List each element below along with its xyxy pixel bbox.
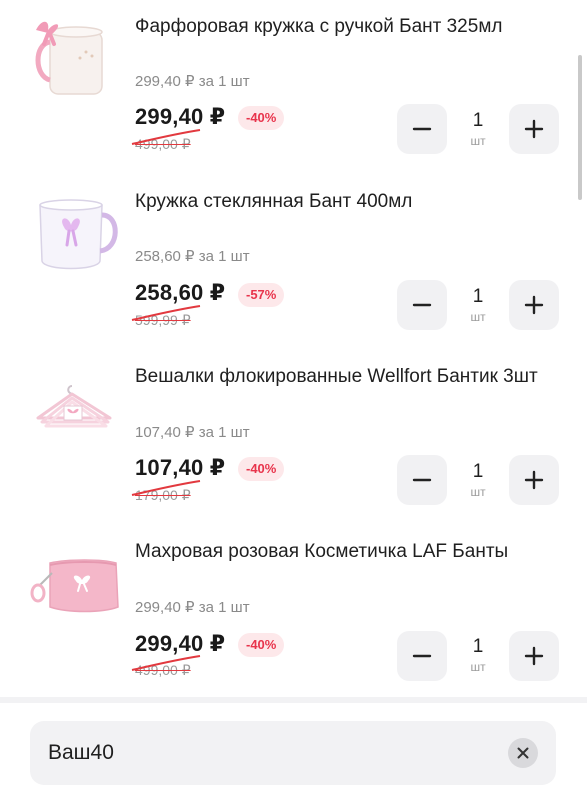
item-title[interactable]: Махровая розовая Косметичка LAF Банты <box>135 539 565 565</box>
scrollbar[interactable] <box>578 55 582 200</box>
clear-button[interactable] <box>508 738 538 768</box>
plus-icon <box>524 295 544 315</box>
increase-quantity-button[interactable] <box>509 104 559 154</box>
quantity-value: 1 <box>472 286 484 307</box>
strikethrough-mark <box>131 480 201 496</box>
discount-badge: -40% <box>238 106 285 130</box>
item-title[interactable]: Фарфоровая кружка с ручкой Бант 325мл <box>135 14 565 40</box>
minus-icon <box>412 478 432 482</box>
minus-icon <box>412 127 432 131</box>
cosmetic-bag-icon[interactable] <box>28 543 122 637</box>
decrease-quantity-button[interactable] <box>397 631 447 681</box>
promo-code-panel: Ваш40 <box>0 697 587 800</box>
cart-item: Махровая розовая Косметичка LAF Банты 29… <box>0 525 587 697</box>
promo-code-field[interactable]: Ваш40 <box>30 721 556 785</box>
minus-icon <box>412 654 432 658</box>
close-icon <box>517 747 529 759</box>
cart-item: Кружка стеклянная Бант 400мл 258,60 ₽ за… <box>0 175 587 347</box>
item-price: 299,40 ₽ <box>135 104 226 129</box>
promo-code-input-value[interactable]: Ваш40 <box>48 721 114 785</box>
increase-quantity-button[interactable] <box>509 631 559 681</box>
mug-with-bow-icon[interactable] <box>28 10 122 104</box>
strikethrough-mark <box>131 655 201 671</box>
minus-icon <box>412 303 432 307</box>
plus-icon <box>524 470 544 490</box>
increase-quantity-button[interactable] <box>509 455 559 505</box>
plus-icon <box>524 119 544 139</box>
quantity-display: 1 шт <box>453 286 503 324</box>
decrease-quantity-button[interactable] <box>397 280 447 330</box>
item-price: 107,40 ₽ <box>135 455 226 480</box>
strikethrough-mark <box>131 305 201 321</box>
item-title[interactable]: Кружка стеклянная Бант 400мл <box>135 189 565 215</box>
divider <box>0 697 587 703</box>
quantity-unit: шт <box>470 660 486 674</box>
strikethrough-mark <box>131 129 201 145</box>
quantity-unit: шт <box>470 485 486 499</box>
discount-badge: -40% <box>238 633 285 657</box>
plus-icon <box>524 646 544 666</box>
cart-item: Фарфоровая кружка с ручкой Бант 325мл 29… <box>0 0 587 172</box>
quantity-value: 1 <box>472 636 484 657</box>
discount-badge: -57% <box>238 283 285 307</box>
item-price: 258,60 ₽ <box>135 280 226 305</box>
discount-badge: -40% <box>238 457 285 481</box>
increase-quantity-button[interactable] <box>509 280 559 330</box>
quantity-unit: шт <box>470 310 486 324</box>
decrease-quantity-button[interactable] <box>397 455 447 505</box>
quantity-value: 1 <box>472 461 484 482</box>
quantity-display: 1 шт <box>453 110 503 148</box>
item-title[interactable]: Вешалки флокированные Wellfort Бантик 3ш… <box>135 364 565 390</box>
quantity-display: 1 шт <box>453 461 503 499</box>
quantity-unit: шт <box>470 134 486 148</box>
glass-mug-icon[interactable] <box>28 187 122 281</box>
item-unit-price: 299,40 ₽ за 1 шт <box>135 73 250 90</box>
cart-items-list: Фарфоровая кружка с ручкой Бант 325мл 29… <box>0 0 587 697</box>
hangers-icon[interactable] <box>28 380 122 474</box>
item-unit-price: 299,40 ₽ за 1 шт <box>135 599 250 616</box>
item-unit-price: 258,60 ₽ за 1 шт <box>135 248 250 265</box>
quantity-display: 1 шт <box>453 636 503 674</box>
item-unit-price: 107,40 ₽ за 1 шт <box>135 424 250 441</box>
quantity-value: 1 <box>472 110 484 131</box>
cart-item: Вешалки флокированные Wellfort Бантик 3ш… <box>0 350 587 522</box>
decrease-quantity-button[interactable] <box>397 104 447 154</box>
